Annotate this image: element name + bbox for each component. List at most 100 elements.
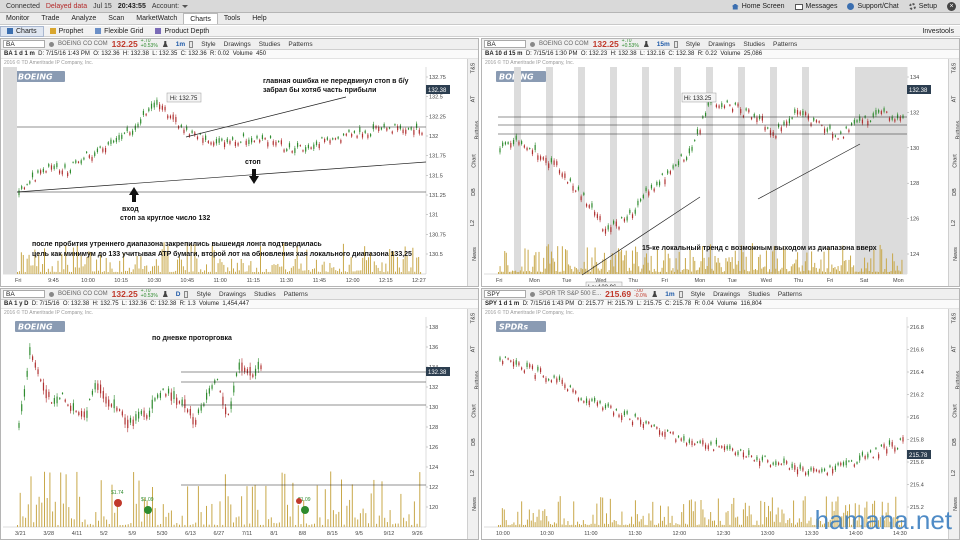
trend-line[interactable]: [16, 161, 427, 193]
subtab-flexible-grid[interactable]: Flexible Grid: [89, 26, 149, 37]
side-tab-db[interactable]: DB: [949, 438, 959, 446]
tab-tools[interactable]: Tools: [218, 13, 246, 24]
x-tick-label: 7/11: [242, 531, 252, 537]
side-tab-chart[interactable]: Chart: [468, 404, 478, 417]
side-tab-ts[interactable]: T&S: [468, 313, 478, 324]
tab-marketwatch[interactable]: MarketWatch: [130, 13, 183, 24]
subtab-prophet[interactable]: Prophet: [44, 26, 90, 37]
home-screen-button[interactable]: Home Screen: [731, 3, 785, 10]
side-tab-ts[interactable]: T&S: [468, 63, 478, 74]
side-tab-at[interactable]: AT: [468, 96, 478, 103]
volume-bar: [573, 501, 575, 527]
side-tab-l2[interactable]: L2: [949, 470, 959, 476]
volume-bar: [357, 519, 359, 527]
volume-bar: [30, 265, 32, 274]
volume-bar: [538, 509, 540, 527]
investools-link[interactable]: Investools: [922, 28, 954, 35]
volume-bar: [251, 486, 253, 527]
trend-line[interactable]: [185, 96, 347, 138]
side-tab-chart[interactable]: Chart: [949, 404, 959, 417]
side-tab-db[interactable]: DB: [949, 188, 959, 196]
volume-bar: [731, 503, 733, 527]
tab-charts[interactable]: Charts: [183, 13, 218, 24]
volume-bar: [358, 270, 360, 274]
y-tick-label: 128: [910, 181, 919, 187]
tab-scan[interactable]: Scan: [102, 13, 130, 24]
volume-bar: [59, 271, 61, 274]
side-tab-at[interactable]: AT: [949, 346, 959, 353]
close-button[interactable]: ×: [947, 2, 956, 11]
side-tab-db[interactable]: DB: [468, 438, 478, 446]
volume-bar: [395, 271, 396, 274]
volume-bar: [271, 265, 273, 274]
support-chat-button[interactable]: Support/Chat: [847, 3, 899, 10]
volume-bar: [750, 514, 752, 527]
volume-bar: [250, 261, 252, 274]
x-tick-label: 12:30: [717, 531, 731, 537]
side-tab-at[interactable]: AT: [949, 96, 959, 103]
side-tab-news[interactable]: News: [949, 247, 959, 261]
dividend-marker[interactable]: $1.74: [111, 490, 124, 507]
volume-bar: [254, 484, 256, 527]
side-tab-buttons[interactable]: Buttons: [949, 121, 959, 140]
chart-canvas[interactable]: BOEING134132130128126124FriMonTueWedThuF…: [482, 39, 949, 287]
setup-button[interactable]: Setup: [908, 3, 937, 10]
volume-bar: [644, 524, 646, 527]
side-tab-db[interactable]: DB: [468, 188, 478, 196]
tab-trade[interactable]: Trade: [35, 13, 65, 24]
side-tab-buttons[interactable]: Buttons: [468, 121, 478, 140]
volume-bar: [678, 251, 680, 274]
tab-help[interactable]: Help: [246, 13, 272, 24]
earnings-marker[interactable]: [296, 498, 302, 504]
chart-canvas[interactable]: BOEING1381361341321301281261241221203/21…: [1, 289, 468, 540]
volume-bar: [579, 271, 580, 274]
volume-bar: [519, 270, 521, 274]
delayed-data-badge[interactable]: Delayed data: [46, 3, 87, 10]
volume-bar: [615, 520, 617, 527]
side-tab-l2[interactable]: L2: [949, 220, 959, 226]
subtab-product-depth[interactable]: Product Depth: [149, 26, 215, 37]
volume-bar: [588, 270, 590, 274]
side-tab-l2[interactable]: L2: [468, 220, 478, 226]
side-tab-ts[interactable]: T&S: [949, 313, 959, 324]
side-tab-l2[interactable]: L2: [468, 470, 478, 476]
side-tab-buttons[interactable]: Buttons: [949, 371, 959, 390]
volume-bar: [823, 251, 825, 274]
side-tab-chart[interactable]: Chart: [468, 154, 478, 167]
side-tab-ts[interactable]: T&S: [949, 63, 959, 74]
tab-analyze[interactable]: Analyze: [65, 13, 102, 24]
tab-monitor[interactable]: Monitor: [0, 13, 35, 24]
volume-bar: [314, 523, 315, 527]
volume-bar: [119, 524, 121, 527]
y-tick-label: 124: [429, 465, 438, 471]
side-tab-buttons[interactable]: Buttons: [468, 371, 478, 390]
chart-canvas[interactable]: SPDRs 216.8216.6216.4216.2216215.8215.621…: [482, 289, 949, 540]
account-dropdown-icon[interactable]: [182, 4, 189, 8]
volume-bar: [136, 256, 138, 274]
trend-line[interactable]: [581, 196, 701, 276]
y-tick-label: 132.25: [429, 114, 446, 120]
volume-bar: [559, 496, 561, 527]
volume-bar: [674, 271, 676, 274]
annotation-entry: вход: [122, 206, 139, 213]
side-tab-chart[interactable]: Chart: [949, 154, 959, 167]
subtab-charts[interactable]: Charts: [0, 25, 44, 37]
side-tab-at[interactable]: AT: [468, 346, 478, 353]
side-tab-news[interactable]: News: [468, 247, 478, 261]
volume-bar: [530, 271, 532, 274]
side-tab-news[interactable]: News: [468, 497, 478, 511]
volume-bar: [107, 271, 109, 274]
volume-bar: [876, 271, 878, 274]
volume-bar: [874, 271, 876, 274]
chart-canvas[interactable]: BOEING 132.75 132.5 132.25 132 131.75 131.5 131…: [1, 39, 468, 287]
volume-bar: [642, 515, 644, 527]
volume-bar: [543, 257, 545, 274]
volume-bar: [583, 261, 585, 274]
volume-bar: [770, 271, 772, 274]
volume-bar: [655, 271, 657, 274]
volume-bar: [698, 267, 700, 274]
messages-button[interactable]: Messages: [794, 3, 837, 10]
y-tick-label: 132: [429, 134, 438, 140]
volume-bar: [150, 271, 152, 274]
volume-bar: [344, 271, 346, 274]
